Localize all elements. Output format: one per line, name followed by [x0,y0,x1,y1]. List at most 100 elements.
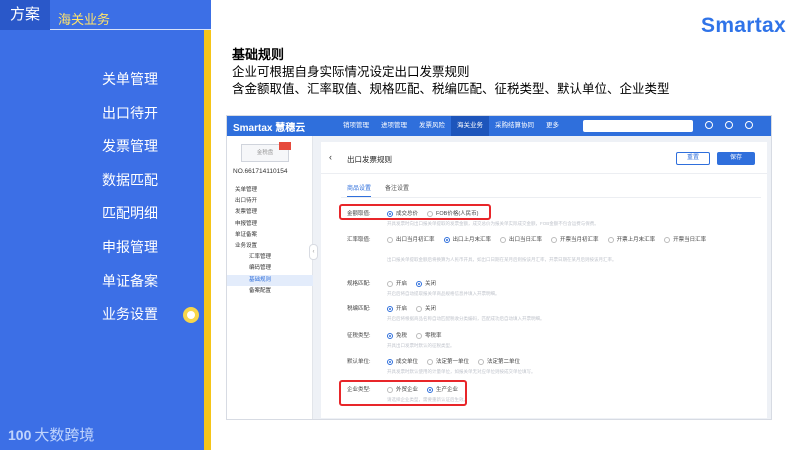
radio-unchecked-icon[interactable] [607,236,614,243]
rule-hint: 开具发票时向出口报关单提取的发票金额，成交总价为报关单实际成交金额，FOB金额不… [387,221,599,226]
app-top-bar: Smartax 慧穗云 销项管理 进项管理 发票风险 海关业务 采购结算协同 更… [227,116,771,136]
back-icon[interactable]: ‹ [329,152,332,162]
menu-item-document-filing[interactable]: 单证备案 [0,265,211,299]
active-indicator-icon [183,307,199,324]
radio-unchecked-icon[interactable] [416,332,423,339]
radio-option[interactable]: 出口上月末汇率 [443,235,492,244]
radio-unchecked-icon[interactable] [427,358,434,365]
radio-option[interactable]: 开票上月末汇率 [607,235,656,244]
nav-item-input[interactable]: 进项管理 [375,116,413,136]
collapse-sidebar-icon[interactable]: ‹ [309,244,318,260]
radio-unchecked-icon[interactable] [664,236,671,243]
save-button[interactable]: 保存 [717,152,755,165]
radio-option[interactable]: 开启 [387,279,407,288]
app-screenshot: Smartax 慧穗云 销项管理 进项管理 发票风险 海关业务 采购结算协同 更… [226,115,772,420]
menu-item-data-matching[interactable]: 数据匹配 [0,164,211,198]
radio-unchecked-icon[interactable] [387,280,393,287]
app-nav: 销项管理 进项管理 发票风险 海关业务 采购结算协同 更多 [337,116,565,136]
radio-option[interactable]: 法定第二单位 [478,357,520,366]
rule-hint: 出口报关单提取金额后将换算为人民币开具，如出口日期在某月后则按该月汇率，开票日期… [387,257,617,262]
radio-option[interactable]: 成交单位 [387,357,418,366]
notification-icon[interactable] [725,121,733,129]
user-icon[interactable] [745,121,753,129]
nav-item-settlement[interactable]: 采购结算协同 [489,116,540,136]
side-item-filing-config[interactable]: 备案配置 [227,286,313,297]
side-item-customs-declaration[interactable]: 关单管理 [227,185,313,196]
nav-item-risk[interactable]: 发票风险 [413,116,451,136]
radio-unchecked-icon[interactable] [416,305,423,312]
radio-option[interactable]: 关闭 [416,279,436,288]
menu-item-matching-details[interactable]: 匹配明细 [0,197,211,231]
radio-option[interactable]: 免税 [387,331,407,340]
radio-unchecked-icon[interactable] [387,236,393,243]
side-item-business-settings[interactable]: 业务设置 [227,241,313,252]
accent-bar [204,30,211,450]
radio-option-label: 关闭 [425,305,437,312]
side-item-invoice-management[interactable]: 发票管理 [227,207,313,218]
radio-option[interactable]: 关闭 [416,304,436,313]
radio-option-label: 出口当日汇率 [509,236,543,243]
radio-option[interactable]: 出口当日汇率 [500,235,542,244]
rule-hint: 开启后将根据商品名称自动匹配税收分类编码，匹配成功后自动填入开票明细。 [387,316,545,321]
app-sidebar: 金税盘 NO.661714110154 关单管理 出口待开 发票管理 申报管理 … [227,136,313,419]
menu-item-export-pending[interactable]: 出口待开 [0,97,211,131]
menu-item-declaration-management[interactable]: 申报管理 [0,231,211,265]
radio-option-label: 出口上月末汇率 [452,236,492,243]
side-item-document-filing[interactable]: 单证备案 [227,230,313,241]
radio-unchecked-icon[interactable] [478,358,485,365]
rule-hint: 开具出口发票时默认的征税类型。 [387,343,455,348]
company-number[interactable]: NO.661714110154 [233,168,287,175]
radio-unchecked-icon[interactable] [551,236,558,243]
radio-option-label: 开启 [396,305,408,312]
menu-item-customs-declaration[interactable]: 关单管理 [0,63,211,97]
highlight-box-amount [339,204,491,220]
radio-option[interactable]: 开启 [387,304,407,313]
rule-options: 开启 关闭 [387,304,762,313]
side-item-export-pending[interactable]: 出口待开 [227,196,313,207]
radio-option[interactable]: 开票当日汇率 [664,235,706,244]
side-item-code-management[interactable]: 编码管理 [227,263,313,274]
reset-button[interactable]: 重置 [676,152,710,165]
app-content: ‹ 出口发票规则 重置 保存 商品设置 备注设置 金额取值: 成交总价 FOB价格(… [321,142,767,418]
nav-item-more[interactable]: 更多 [540,116,565,136]
side-item-declaration-management[interactable]: 申报管理 [227,219,313,230]
radio-option-label: 法定第一单位 [436,358,470,365]
side-item-basic-rules[interactable]: 基础规则 [227,274,313,286]
tab-remark-settings[interactable]: 备注设置 [385,183,409,197]
radio-option[interactable]: 法定第一单位 [427,357,469,366]
radio-option-label: 开票上月末汇率 [616,236,656,243]
radio-checked-icon[interactable] [416,280,423,287]
menu-item-business-settings[interactable]: 业务设置 [0,298,211,332]
rule-options: 成交单位 法定第一单位 法定第二单位 [387,357,762,366]
nav-item-output[interactable]: 销项管理 [337,116,375,136]
radio-checked-icon[interactable] [387,305,393,312]
company-select[interactable] [583,120,693,132]
brand-logo: Smartax [701,14,786,37]
radio-checked-icon[interactable] [443,236,450,243]
nav-item-customs[interactable]: 海关业务 [451,116,489,136]
radio-option[interactable]: 开票当月初汇率 [551,235,599,244]
radio-option-label: 零税率 [425,332,442,339]
radio-option[interactable]: 零税率 [416,331,442,340]
rule-label: 默认单位: [347,359,371,365]
footer-logo-mark: 100 [8,427,32,443]
footer-logo-name: 大数跨境 [34,427,95,444]
radio-option-label: 免税 [396,332,408,339]
help-icon[interactable] [705,121,713,129]
left-panel: 方案 海关业务 关单管理 出口待开 发票管理 数据匹配 匹配明细 申报管理 单证… [0,0,211,450]
rule-hint: 开具发票时默认使用的计量单位，如报关单无对应单位则按成交单位填写。 [387,369,536,374]
tab-bar: 商品设置 备注设置 [347,183,423,197]
rule-options: 出口当月初汇率 出口上月末汇率 出口当日汇率 开票当月初汇率 开票上月末汇率 开票当日汇率 [387,235,762,244]
radio-checked-icon[interactable] [387,332,393,339]
side-item-exchange-rate[interactable]: 汇率管理 [227,252,313,263]
tab-product-settings[interactable]: 商品设置 [347,183,372,197]
radio-unchecked-icon[interactable] [500,236,507,243]
radio-option[interactable]: 出口当月初汇率 [387,235,435,244]
menu-item-invoice-management[interactable]: 发票管理 [0,130,211,164]
radio-checked-icon[interactable] [387,358,393,365]
left-menu: 关单管理 出口待开 发票管理 数据匹配 匹配明细 申报管理 单证备案 业务设置 [0,63,211,332]
slide-description-line2: 含金额取值、汇率取值、规格匹配、税编匹配、征税类型、默认单位、企业类型 [232,82,670,96]
top-tab[interactable]: 方案 [0,0,50,30]
slide-page: 方案 海关业务 关单管理 出口待开 发票管理 数据匹配 匹配明细 申报管理 单证… [0,0,800,450]
page-title: 出口发票规则 [347,155,392,164]
